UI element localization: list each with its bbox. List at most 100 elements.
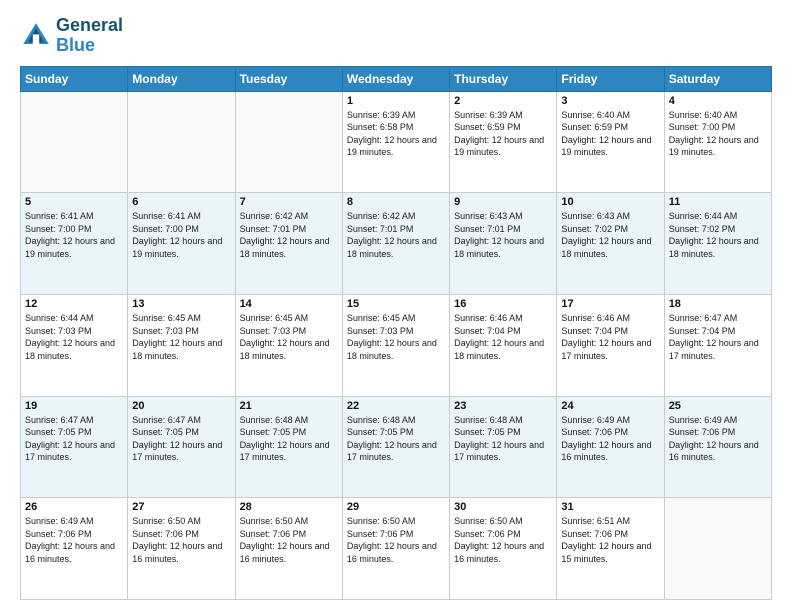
col-header-monday: Monday [128, 66, 235, 91]
day-detail: Sunrise: 6:50 AM Sunset: 7:06 PM Dayligh… [132, 515, 230, 565]
week-row-3: 12 Sunrise: 6:44 AM Sunset: 7:03 PM Dayli… [21, 294, 772, 396]
day-cell: 12 Sunrise: 6:44 AM Sunset: 7:03 PM Dayli… [21, 294, 128, 396]
day-cell [664, 498, 771, 600]
day-cell: 22Sunrise: 6:48 AM Sunset: 7:05 PM Dayli… [342, 396, 449, 498]
day-cell: 8 Sunrise: 6:42 AM Sunset: 7:01 PM Daylig… [342, 193, 449, 295]
day-detail: Sunrise: 6:45 AM Sunset: 7:03 PM Dayligh… [132, 312, 230, 362]
day-detail: Sunrise: 6:40 AM Sunset: 6:59 PM Dayligh… [561, 109, 659, 159]
day-cell: 29 Sunrise: 6:50 AM Sunset: 7:06 PM Dayli… [342, 498, 449, 600]
day-detail: Sunrise: 6:49 AM Sunset: 7:06 PM Dayligh… [25, 515, 123, 565]
day-number: 6 [132, 196, 230, 208]
logo-icon [20, 20, 52, 52]
day-number: 16 [454, 298, 552, 310]
day-number: 26 [25, 501, 123, 513]
day-number: 15 [347, 298, 445, 310]
day-cell: 23 Sunrise: 6:48 AM Sunset: 7:05 PM Dayli… [450, 396, 557, 498]
day-cell: 21 Sunrise: 6:48 AM Sunset: 7:05 PM Dayli… [235, 396, 342, 498]
col-header-tuesday: Tuesday [235, 66, 342, 91]
day-number: 8 [347, 196, 445, 208]
day-number: 2 [454, 95, 552, 107]
day-detail: Sunrise: 6:50 AM Sunset: 7:06 PM Dayligh… [240, 515, 338, 565]
day-number: 10 [561, 196, 659, 208]
day-cell: 17Sunrise: 6:46 AM Sunset: 7:04 PM Dayli… [557, 294, 664, 396]
day-detail: Sunrise: 6:41 AM Sunset: 7:00 PM Dayligh… [132, 210, 230, 260]
day-detail: Sunrise: 6:47 AM Sunset: 7:04 PM Dayligh… [669, 312, 767, 362]
day-number: 18 [669, 298, 767, 310]
col-header-wednesday: Wednesday [342, 66, 449, 91]
day-detail: Sunrise: 6:50 AM Sunset: 7:06 PM Dayligh… [454, 515, 552, 565]
week-row-2: 5 Sunrise: 6:41 AM Sunset: 7:00 PM Daylig… [21, 193, 772, 295]
day-detail: Sunrise: 6:46 AM Sunset: 7:04 PM Dayligh… [454, 312, 552, 362]
day-detail: Sunrise: 6:42 AM Sunset: 7:01 PM Dayligh… [347, 210, 445, 260]
day-detail: Sunrise: 6:45 AM Sunset: 7:03 PM Dayligh… [347, 312, 445, 362]
day-number: 24 [561, 400, 659, 412]
day-number: 21 [240, 400, 338, 412]
day-number: 29 [347, 501, 445, 513]
day-cell: 15 Sunrise: 6:45 AM Sunset: 7:03 PM Dayli… [342, 294, 449, 396]
logo: General Blue [20, 16, 123, 56]
day-cell: 3 Sunrise: 6:40 AM Sunset: 6:59 PM Daylig… [557, 91, 664, 193]
day-number: 31 [561, 501, 659, 513]
day-cell: 4 Sunrise: 6:40 AM Sunset: 7:00 PM Daylig… [664, 91, 771, 193]
day-detail: Sunrise: 6:43 AM Sunset: 7:01 PM Dayligh… [454, 210, 552, 260]
day-cell: 13 Sunrise: 6:45 AM Sunset: 7:03 PM Dayli… [128, 294, 235, 396]
page: General Blue SundayMondayTuesdayWednesda… [0, 0, 792, 612]
day-detail: Sunrise: 6:43 AM Sunset: 7:02 PM Dayligh… [561, 210, 659, 260]
day-cell [235, 91, 342, 193]
day-cell: 27 Sunrise: 6:50 AM Sunset: 7:06 PM Dayli… [128, 498, 235, 600]
day-cell [128, 91, 235, 193]
day-number: 1 [347, 95, 445, 107]
day-cell [21, 91, 128, 193]
day-detail: Sunrise: 6:49 AM Sunset: 7:06 PM Dayligh… [561, 414, 659, 464]
day-detail: Sunrise: 6:48 AM Sunset: 7:05 PM Dayligh… [240, 414, 338, 464]
day-number: 14 [240, 298, 338, 310]
col-header-friday: Friday [557, 66, 664, 91]
day-cell: 28Sunrise: 6:50 AM Sunset: 7:06 PM Dayli… [235, 498, 342, 600]
day-detail: Sunrise: 6:48 AM Sunset: 7:05 PM Dayligh… [454, 414, 552, 464]
day-detail: Sunrise: 6:50 AM Sunset: 7:06 PM Dayligh… [347, 515, 445, 565]
day-number: 5 [25, 196, 123, 208]
day-number: 11 [669, 196, 767, 208]
day-cell: 5Sunrise: 6:41 AM Sunset: 7:00 PM Daylig… [21, 193, 128, 295]
day-cell: 18 Sunrise: 6:47 AM Sunset: 7:04 PM Dayli… [664, 294, 771, 396]
week-row-5: 26 Sunrise: 6:49 AM Sunset: 7:06 PM Dayli… [21, 498, 772, 600]
day-number: 13 [132, 298, 230, 310]
day-detail: Sunrise: 6:47 AM Sunset: 7:05 PM Dayligh… [132, 414, 230, 464]
day-cell: 2Sunrise: 6:39 AM Sunset: 6:59 PM Daylig… [450, 91, 557, 193]
day-number: 20 [132, 400, 230, 412]
day-detail: Sunrise: 6:44 AM Sunset: 7:02 PM Dayligh… [669, 210, 767, 260]
day-number: 27 [132, 501, 230, 513]
day-cell: 24 Sunrise: 6:49 AM Sunset: 7:06 PM Dayli… [557, 396, 664, 498]
day-cell: 1Sunrise: 6:39 AM Sunset: 6:58 PM Daylig… [342, 91, 449, 193]
header: General Blue [20, 16, 772, 56]
day-detail: Sunrise: 6:49 AM Sunset: 7:06 PM Dayligh… [669, 414, 767, 464]
week-row-1: 1Sunrise: 6:39 AM Sunset: 6:58 PM Daylig… [21, 91, 772, 193]
day-detail: Sunrise: 6:40 AM Sunset: 7:00 PM Dayligh… [669, 109, 767, 159]
day-cell: 30Sunrise: 6:50 AM Sunset: 7:06 PM Dayli… [450, 498, 557, 600]
day-cell: 11 Sunrise: 6:44 AM Sunset: 7:02 PM Dayli… [664, 193, 771, 295]
day-cell: 14 Sunrise: 6:45 AM Sunset: 7:03 PM Dayli… [235, 294, 342, 396]
calendar-header-row: SundayMondayTuesdayWednesdayThursdayFrid… [21, 66, 772, 91]
day-number: 19 [25, 400, 123, 412]
day-number: 12 [25, 298, 123, 310]
day-detail: Sunrise: 6:45 AM Sunset: 7:03 PM Dayligh… [240, 312, 338, 362]
col-header-thursday: Thursday [450, 66, 557, 91]
day-number: 9 [454, 196, 552, 208]
day-number: 7 [240, 196, 338, 208]
day-cell: 10 Sunrise: 6:43 AM Sunset: 7:02 PM Dayli… [557, 193, 664, 295]
day-number: 3 [561, 95, 659, 107]
day-cell: 20 Sunrise: 6:47 AM Sunset: 7:05 PM Dayli… [128, 396, 235, 498]
day-number: 23 [454, 400, 552, 412]
day-number: 25 [669, 400, 767, 412]
day-number: 17 [561, 298, 659, 310]
day-cell: 6 Sunrise: 6:41 AM Sunset: 7:00 PM Daylig… [128, 193, 235, 295]
day-detail: Sunrise: 6:51 AM Sunset: 7:06 PM Dayligh… [561, 515, 659, 565]
day-detail: Sunrise: 6:47 AM Sunset: 7:05 PM Dayligh… [25, 414, 123, 464]
day-number: 4 [669, 95, 767, 107]
day-detail: Sunrise: 6:44 AM Sunset: 7:03 PM Dayligh… [25, 312, 123, 362]
day-cell: 25 Sunrise: 6:49 AM Sunset: 7:06 PM Dayli… [664, 396, 771, 498]
day-cell: 26 Sunrise: 6:49 AM Sunset: 7:06 PM Dayli… [21, 498, 128, 600]
day-number: 22 [347, 400, 445, 412]
col-header-sunday: Sunday [21, 66, 128, 91]
day-cell: 9 Sunrise: 6:43 AM Sunset: 7:01 PM Daylig… [450, 193, 557, 295]
